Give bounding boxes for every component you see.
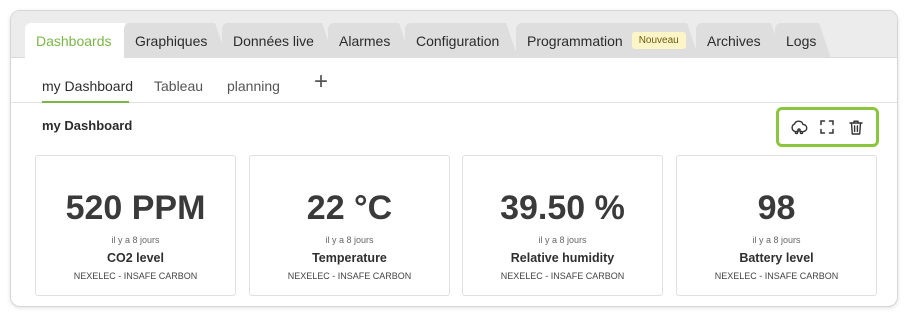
tab-alarmes[interactable]: Alarmes <box>328 23 411 58</box>
widget-device: NEXELEC - INSAFE CARBON <box>287 271 412 281</box>
subtab-tableau[interactable]: Tableau <box>154 78 203 94</box>
widget-card[interactable]: 22 °C il y a 8 jours Temperature NEXELEC… <box>249 155 450 296</box>
widget-metric-name: Battery level <box>739 251 814 265</box>
app-window: Dashboards Graphiques Données live Alarm… <box>10 10 898 307</box>
dashboard-toolbar <box>776 107 879 147</box>
widget-value: 39.50 % <box>500 189 625 227</box>
widget-card[interactable]: 39.50 % il y a 8 jours Relative humidity… <box>462 155 663 296</box>
widget-timestamp: il y a 8 jours <box>111 235 160 245</box>
widget-timestamp: il y a 8 jours <box>538 235 587 245</box>
main-tab-bar: Dashboards Graphiques Données live Alarm… <box>11 11 897 58</box>
widget-card[interactable]: 98 il y a 8 jours Battery level NEXELEC … <box>676 155 877 296</box>
tab-label: Graphiques <box>135 32 208 49</box>
add-tab-button[interactable]: + <box>309 70 333 95</box>
tab-logs[interactable]: Logs <box>775 23 831 58</box>
widget-metric-name: Relative humidity <box>510 251 615 265</box>
trash-icon[interactable] <box>846 117 866 137</box>
tab-configuration[interactable]: Configuration <box>405 23 518 58</box>
widget-value: 98 <box>757 189 796 227</box>
tab-donnees-live[interactable]: Données live <box>222 23 334 58</box>
tab-label: Logs <box>786 32 817 49</box>
new-badge: Nouveau <box>632 32 686 49</box>
widget-timestamp: il y a 8 jours <box>325 235 374 245</box>
widget-card[interactable]: 520 PPM il y a 8 jours CO2 level NEXELEC… <box>35 155 236 296</box>
tab-archives[interactable]: Archives <box>696 23 783 58</box>
widget-device: NEXELEC - INSAFE CARBON <box>714 271 839 281</box>
dashboard-title: my Dashboard <box>42 118 133 133</box>
tab-label: Configuration <box>416 32 500 49</box>
tab-label: Dashboards <box>36 33 112 49</box>
tab-label: Alarmes <box>339 32 391 49</box>
tab-label: Archives <box>707 32 761 49</box>
widget-metric-name: Temperature <box>312 251 387 265</box>
fullscreen-icon[interactable] <box>817 117 837 137</box>
active-subtab-indicator <box>42 101 129 103</box>
tab-graphiques[interactable]: Graphiques <box>124 23 227 58</box>
dashboard-tabs: my Dashboard Tableau planning + <box>11 58 897 103</box>
tab-label: Données live <box>233 32 314 49</box>
tab-dashboards[interactable]: Dashboards <box>25 23 137 59</box>
tab-label: Programmation <box>527 32 623 49</box>
widget-device: NEXELEC - INSAFE CARBON <box>500 271 625 281</box>
widget-metric-name: CO2 level <box>107 251 164 265</box>
widget-value: 22 °C <box>306 189 393 227</box>
subtab-planning[interactable]: planning <box>227 78 280 94</box>
tab-programmation[interactable]: Programmation Nouveau <box>516 23 699 58</box>
widget-device: NEXELEC - INSAFE CARBON <box>73 271 198 281</box>
subtab-my-dashboard[interactable]: my Dashboard <box>42 78 133 94</box>
share-icon[interactable] <box>789 117 809 137</box>
widget-value: 520 PPM <box>65 189 206 227</box>
widget-timestamp: il y a 8 jours <box>752 235 801 245</box>
